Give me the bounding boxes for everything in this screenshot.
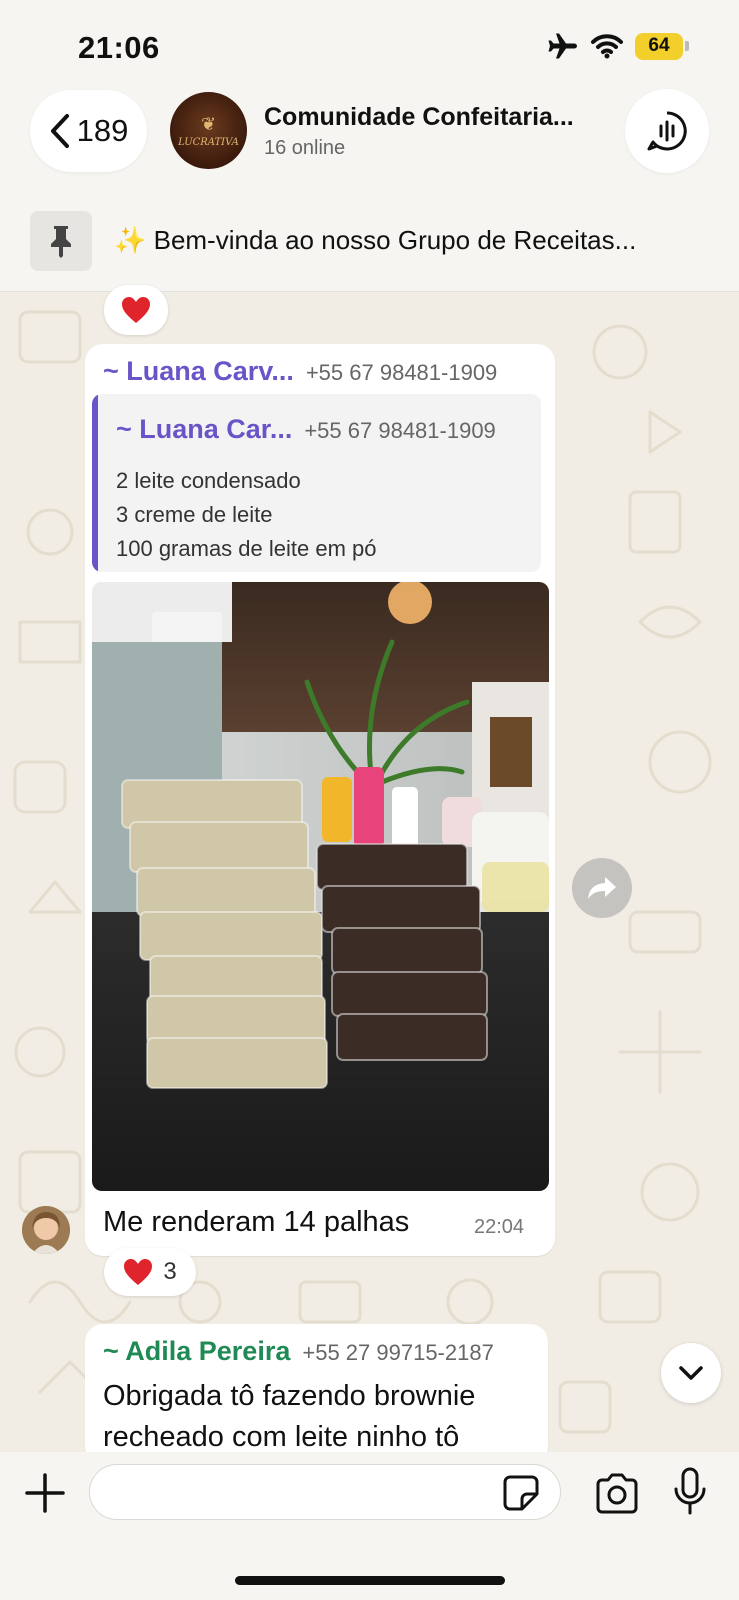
message-text: Obrigada tô fazendo brownie recheado com…	[103, 1376, 475, 1458]
scroll-to-bottom-button[interactable]	[661, 1343, 721, 1403]
sender-name[interactable]: ~ Adila Pereira	[103, 1336, 290, 1367]
sender-name[interactable]: ~ Luana Carv...	[103, 356, 294, 387]
forward-button[interactable]	[572, 858, 632, 918]
quote-bar	[92, 394, 98, 572]
status-icons: 64	[545, 32, 689, 60]
avatar-image	[22, 1206, 70, 1254]
photo-brownie-stacks	[92, 582, 549, 1191]
quote-text: 2 leite condensado 3 creme de leite 100 …	[116, 464, 377, 566]
message-photo[interactable]	[92, 582, 549, 1191]
battery-nub	[685, 41, 689, 51]
message-text: Me renderam 14 palhas	[103, 1206, 410, 1238]
group-call-icon	[647, 111, 687, 151]
pinned-message-text[interactable]: ✨ Bem-vinda ao nosso Grupo de Receitas..…	[114, 225, 714, 256]
message-bubble[interactable]: ~ Adila Pereira +55 27 99715-2187 Obriga…	[85, 1324, 548, 1464]
quoted-message[interactable]: ~ Luana Car... +55 67 98481-1909 2 leite…	[92, 394, 541, 572]
unread-count: 189	[76, 113, 129, 148]
quote-sender-line: ~ Luana Car... +55 67 98481-1909	[116, 414, 496, 445]
group-name[interactable]: Comunidade Confeitaria...	[264, 103, 604, 132]
chevron-left-icon	[50, 114, 69, 148]
reaction-badge-top[interactable]	[104, 285, 168, 335]
message-input[interactable]	[89, 1464, 561, 1520]
message-text-line: Obrigada tô fazendo brownie	[103, 1380, 476, 1412]
camera-icon[interactable]	[594, 1472, 640, 1514]
avatar-label: LUCRATIVA	[178, 136, 239, 148]
sender-line: ~ Adila Pereira +55 27 99715-2187	[103, 1336, 494, 1367]
sender-phone: +55 27 99715-2187	[302, 1340, 494, 1365]
airplane-icon	[548, 33, 577, 59]
message-time: 22:04	[474, 1216, 525, 1238]
sticker-icon[interactable]	[502, 1474, 540, 1512]
message-bubble[interactable]: ~ Luana Carv... +55 67 98481-1909 ~ Luan…	[85, 344, 555, 1256]
status-time: 21:06	[78, 30, 160, 65]
heart-icon	[122, 297, 150, 323]
sender-phone: +55 67 98481-1909	[305, 360, 498, 385]
chevron-down-icon	[679, 1366, 703, 1380]
sender-avatar[interactable]	[22, 1206, 70, 1254]
quote-line: 2 leite condensado	[116, 468, 301, 493]
back-button[interactable]: 189	[30, 90, 147, 172]
wifi-icon	[591, 34, 623, 59]
forward-icon	[588, 877, 616, 899]
quote-line: 3 creme de leite	[116, 502, 273, 527]
group-status: 16 online	[264, 137, 346, 159]
group-avatar[interactable]: ❦ LUCRATIVA	[170, 92, 247, 169]
quote-sender-phone: +55 67 98481-1909	[304, 418, 496, 443]
pin-icon	[51, 226, 71, 258]
plus-icon[interactable]	[24, 1472, 66, 1514]
quote-line: 100 gramas de leite em pó	[116, 536, 377, 561]
battery-indicator: 64	[635, 32, 689, 60]
crest-icon: ❦	[200, 113, 217, 135]
quote-sender-name: ~ Luana Car...	[116, 414, 293, 444]
pin-button[interactable]	[30, 211, 92, 271]
home-indicator	[235, 1576, 505, 1585]
message-composer	[0, 1452, 739, 1600]
microphone-icon[interactable]	[672, 1467, 708, 1517]
heart-icon	[124, 1259, 153, 1285]
chat-header: 21:06 64 189 ❦ LUCRATIVA Comunidade Conf…	[0, 0, 739, 292]
reaction-count: 3	[163, 1258, 177, 1285]
reaction-badge[interactable]: 3	[104, 1248, 196, 1296]
sender-line: ~ Luana Carv... +55 67 98481-1909	[103, 356, 497, 387]
battery-level: 64	[635, 32, 683, 60]
group-call-button[interactable]	[625, 89, 709, 173]
